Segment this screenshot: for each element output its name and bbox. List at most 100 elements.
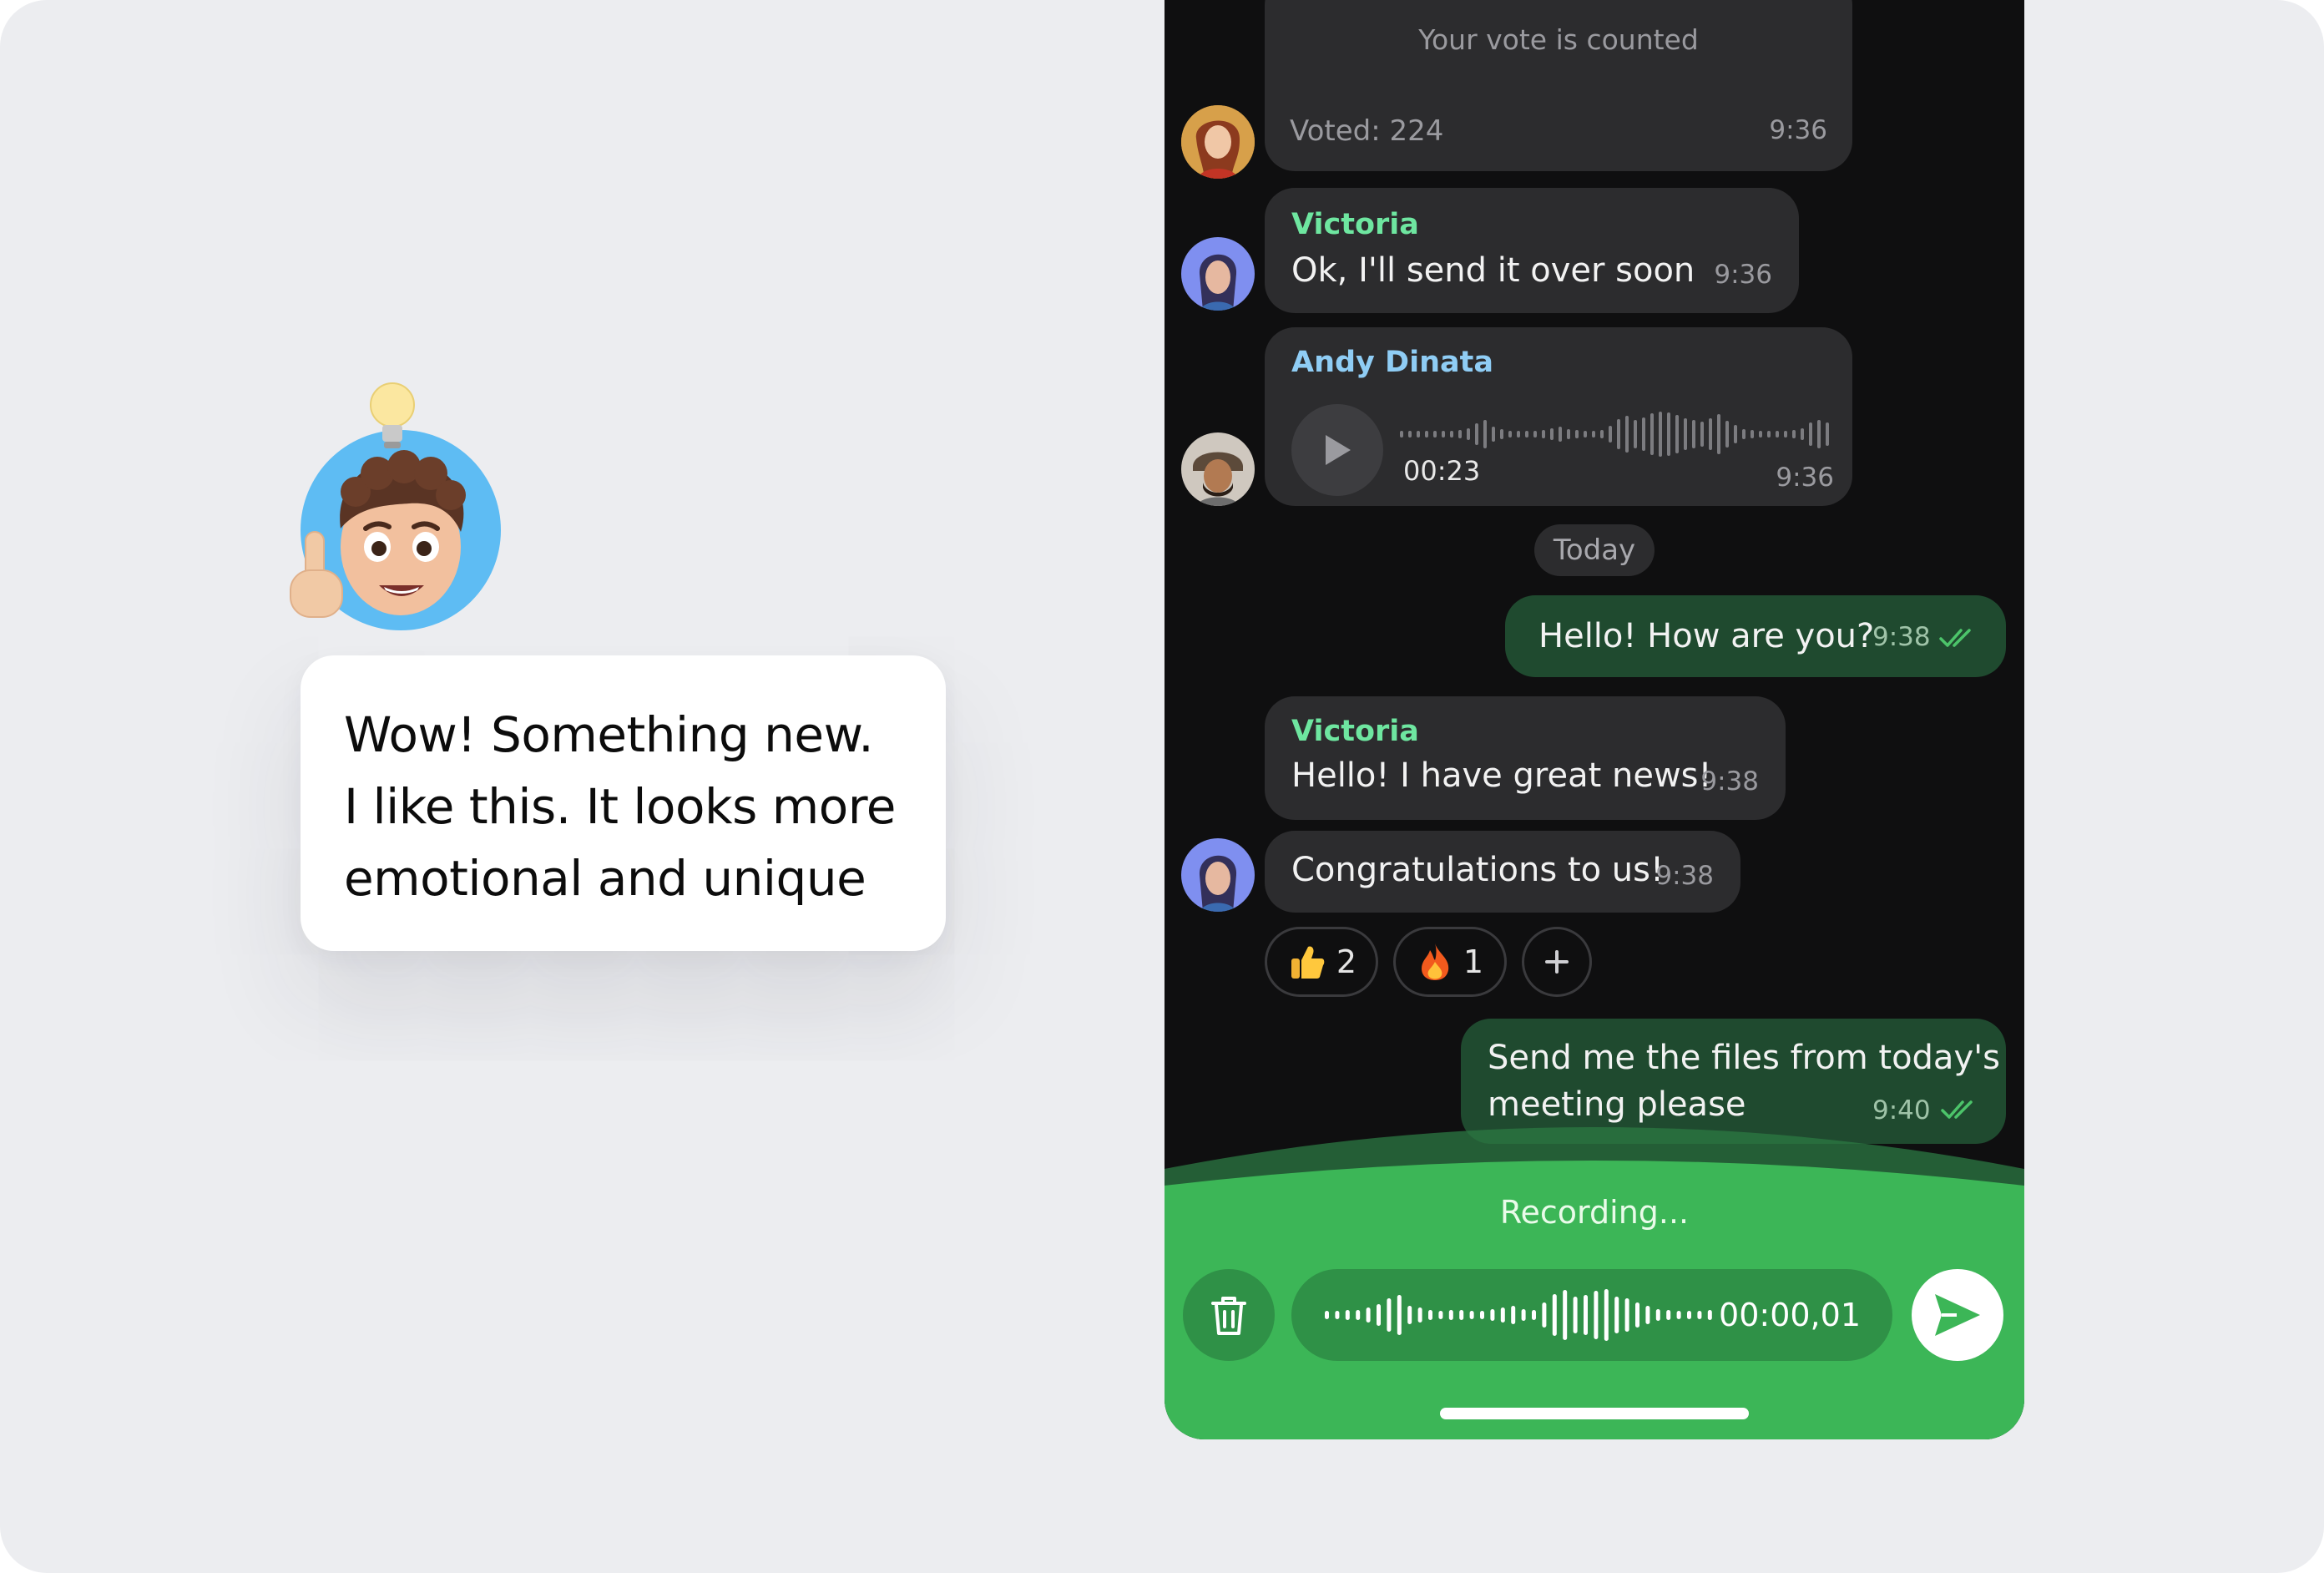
waveform-bar	[1500, 1307, 1505, 1323]
message-time: 9:38	[1655, 861, 1714, 891]
voice-recording-panel: Recording... 00:00,01	[1165, 1102, 2024, 1439]
waveform-bar	[1492, 427, 1495, 442]
play-button[interactable]	[1291, 404, 1383, 496]
waveform-bar	[1650, 413, 1654, 455]
waveform-bar	[1525, 431, 1528, 438]
sender-name: Victoria	[1291, 715, 1419, 748]
waveform-bar	[1450, 431, 1453, 438]
waveform-bar	[1594, 1291, 1599, 1339]
message-time: 9:36	[1769, 115, 1827, 145]
avatar[interactable]	[1181, 105, 1255, 179]
waveform-bar	[1397, 1295, 1402, 1335]
waveform-bar	[1533, 431, 1537, 438]
waveform-bar	[1458, 430, 1462, 438]
avatar[interactable]	[1181, 432, 1255, 506]
waveform-bar	[1809, 422, 1812, 446]
waveform-bar	[1532, 1310, 1536, 1320]
waveform-bar	[1692, 420, 1695, 448]
play-icon	[1326, 435, 1351, 465]
waveform-bar	[1642, 417, 1645, 451]
reaction-fire[interactable]: 1	[1393, 927, 1507, 997]
testimonial-line-1: Wow! Something new.	[344, 706, 874, 763]
voice-message[interactable]: Andy Dinata 00:23 9:36	[1265, 327, 1852, 506]
waveform-bar	[1667, 412, 1670, 456]
waveform-bar	[1600, 430, 1604, 438]
waveform-bar	[1604, 1289, 1609, 1341]
waveform-bar	[1707, 1310, 1712, 1320]
waveform-bar	[1687, 1311, 1691, 1319]
incoming-message[interactable]: Victoria Hello! I have great news! 9:38	[1265, 696, 1786, 820]
testimonial-line-2: I like this. It looks more	[344, 778, 896, 835]
waveform-bar	[1776, 431, 1779, 438]
message-text: Congratulations to us!	[1291, 851, 1665, 889]
message-time: 9:36	[1776, 463, 1834, 493]
waveform-bar	[1345, 1310, 1350, 1320]
waveform-bar	[1625, 416, 1629, 453]
waveform-bar	[1508, 431, 1512, 438]
message-text-line-1: Send me the files from today's	[1488, 1039, 2000, 1077]
waveform-bar	[1552, 1294, 1557, 1336]
waveform-bar	[1442, 431, 1445, 438]
message-text: Ok, I'll send it over soon	[1291, 251, 1695, 290]
waveform-bar	[1725, 421, 1729, 448]
waveform-bar	[1709, 418, 1712, 450]
waveform-bar	[1325, 1311, 1329, 1319]
date-separator: Today	[1534, 524, 1655, 576]
phone-chat-screen: Your vote is counted Voted: 224 9:36 Vic…	[1165, 0, 2024, 1439]
waveform-bar	[1475, 423, 1478, 445]
outgoing-message[interactable]: Hello! How are you? 9:38	[1505, 595, 2006, 677]
reaction-count: 2	[1336, 943, 1357, 980]
waveform-bar	[1584, 431, 1587, 438]
avatar[interactable]	[1181, 838, 1255, 912]
testimonial-line-3: emotional and unique	[344, 850, 866, 907]
waveform-bar	[1635, 1302, 1639, 1328]
waveform-bar	[1559, 427, 1562, 442]
waveform-bar	[1634, 420, 1637, 448]
waveform-bar	[1511, 1306, 1516, 1324]
waveform-bar	[1767, 431, 1771, 438]
waveform-bar	[1542, 1302, 1547, 1328]
waveform-bar	[1617, 419, 1620, 449]
waveform-bar	[1448, 1310, 1453, 1320]
recording-status: Recording...	[1499, 1194, 1690, 1231]
avatar[interactable]	[1181, 237, 1255, 311]
home-indicator	[1440, 1408, 1749, 1419]
waveform-bar	[1675, 415, 1679, 453]
voice-waveform[interactable]	[1400, 409, 1834, 459]
waveform-bar	[1490, 1309, 1495, 1321]
incoming-message[interactable]: Congratulations to us! 9:38	[1265, 831, 1740, 913]
waveform-bar	[1792, 430, 1796, 438]
waveform-bar	[1521, 1309, 1526, 1321]
reaction-thumbs-up[interactable]: 2	[1265, 927, 1378, 997]
sender-name: Andy Dinata	[1291, 346, 1493, 379]
send-icon	[1935, 1294, 1980, 1336]
waveform-bar	[1584, 1295, 1588, 1335]
waveform-bar	[1676, 1311, 1681, 1319]
waveform-bar	[1826, 422, 1829, 446]
poll-status: Your vote is counted	[1418, 23, 1699, 56]
incoming-message[interactable]: Victoria Ok, I'll send it over soon 9:36	[1265, 188, 1799, 313]
waveform-bar	[1428, 1310, 1432, 1320]
waveform-bar	[1480, 1311, 1484, 1319]
waveform-bar	[1483, 420, 1487, 448]
fire-icon	[1421, 943, 1449, 980]
waveform-bar	[1573, 1297, 1578, 1333]
delete-recording-button[interactable]	[1183, 1269, 1275, 1361]
waveform-bar	[1734, 425, 1737, 443]
waveform-bar	[1759, 431, 1762, 438]
poll-message[interactable]: Your vote is counted Voted: 224 9:36	[1265, 0, 1852, 171]
sender-name: Victoria	[1291, 208, 1419, 241]
waveform-bar	[1517, 431, 1520, 438]
add-reaction-button[interactable]	[1522, 927, 1592, 997]
message-time: 9:38	[1872, 622, 1931, 652]
message-time: 9:38	[1700, 766, 1759, 797]
waveform-bar	[1614, 1297, 1619, 1333]
waveform-bar	[1467, 428, 1470, 440]
waveform-bar	[1592, 431, 1595, 438]
waveform-bar	[1717, 414, 1720, 454]
poll-voted-count: Voted: 224	[1290, 114, 1444, 148]
thumbs-up-icon	[1291, 946, 1325, 979]
waveform-bar	[1459, 1310, 1464, 1320]
send-button[interactable]	[1912, 1269, 2003, 1361]
waveform-bar	[1684, 418, 1687, 450]
